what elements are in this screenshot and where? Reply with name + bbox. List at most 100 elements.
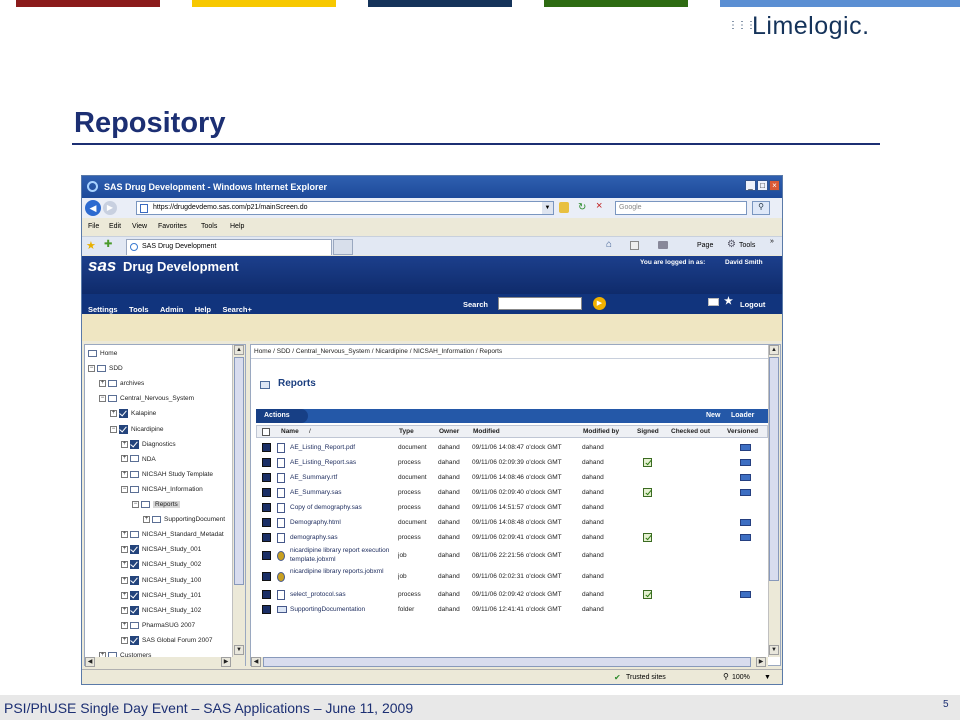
cell-name[interactable]: nicardipine library reports.jobxml	[290, 567, 398, 576]
col-type[interactable]: Type	[399, 428, 414, 435]
nav-tools[interactable]: Tools	[129, 305, 148, 314]
tree-item[interactable]: + NICSAH_Standard_Metadat	[121, 530, 224, 540]
collapse-icon[interactable]: −	[99, 395, 106, 403]
tree-item[interactable]: + archives	[99, 379, 144, 389]
cell-name[interactable]: AE_Listing_Report.sas	[290, 455, 398, 470]
menu-tools[interactable]: Tools	[201, 223, 217, 230]
row-checkbox[interactable]	[262, 518, 271, 527]
forward-button[interactable]: ▶	[103, 201, 117, 215]
table-row[interactable]: Copy of demography.sas process dahand 09/11…	[256, 500, 774, 515]
expand-icon[interactable]: +	[99, 379, 106, 387]
feeds-icon[interactable]	[630, 241, 639, 250]
versioned-icon[interactable]	[740, 591, 751, 598]
tree-item[interactable]: + NDA	[121, 455, 156, 465]
expand-icon[interactable]: +	[121, 636, 128, 644]
tools-menu[interactable]: Tools	[739, 242, 755, 249]
home-icon[interactable]: ⌂	[606, 239, 612, 250]
expand-icon[interactable]: +	[121, 561, 128, 569]
versioned-icon[interactable]	[740, 444, 751, 451]
search-go-button[interactable]: ▶	[593, 297, 606, 310]
cell-name[interactable]: AE_Summary.rtf	[290, 470, 398, 485]
expand-icon[interactable]: +	[121, 455, 128, 463]
tree-scroll-right[interactable]: ▶	[221, 657, 231, 667]
collapse-icon[interactable]: −	[88, 364, 95, 372]
menu-edit[interactable]: Edit	[109, 223, 121, 230]
tree-item[interactable]: + Kalapine	[110, 409, 156, 419]
tree-scrollbar[interactable]: ▲ ▼	[232, 345, 245, 657]
versioned-icon[interactable]	[740, 474, 751, 481]
table-row[interactable]: demography.sas process dahand 09/11/06 02:0…	[256, 530, 774, 545]
menu-help[interactable]: Help	[230, 223, 244, 230]
print-icon[interactable]	[658, 241, 668, 249]
breadcrumb[interactable]: Home / SDD / Central_Nervous_System / Ni…	[254, 348, 502, 355]
page-menu[interactable]: Page	[697, 242, 713, 249]
nav-search-plus[interactable]: Search+	[222, 305, 251, 314]
tree-item[interactable]: + NICSAH_Study_102	[121, 605, 201, 616]
content-scroll-down[interactable]: ▼	[769, 645, 779, 655]
collapse-icon[interactable]: −	[121, 485, 128, 493]
search-go-icon[interactable]: ⚲	[752, 201, 770, 215]
expand-icon[interactable]: +	[121, 440, 128, 448]
favorites-star-icon[interactable]: ★	[86, 239, 96, 252]
back-button[interactable]: ◀	[85, 200, 101, 216]
tree-scroll-down[interactable]: ▼	[234, 645, 244, 655]
row-checkbox[interactable]	[262, 605, 271, 614]
browser-tab[interactable]: SAS Drug Development	[126, 239, 332, 255]
close-button[interactable]: ×	[769, 180, 780, 191]
cell-name[interactable]: AE_Summary.sas	[290, 485, 398, 500]
maximize-button[interactable]: □	[757, 180, 768, 191]
content-scroll-right[interactable]: ▶	[756, 657, 766, 667]
expand-icon[interactable]: +	[121, 621, 128, 629]
tree-item[interactable]: − Nicardipine	[110, 424, 164, 435]
content-scrollbar[interactable]: ▲ ▼	[768, 345, 780, 657]
row-checkbox[interactable]	[262, 551, 271, 560]
versioned-icon[interactable]	[740, 459, 751, 466]
col-checked-out[interactable]: Checked out	[671, 428, 710, 435]
expand-icon[interactable]: +	[121, 591, 128, 599]
tree-scroll-thumb[interactable]	[234, 357, 244, 585]
expand-icon[interactable]: +	[121, 546, 128, 554]
expand-icon[interactable]: +	[121, 576, 128, 584]
col-modified-by[interactable]: Modified by	[583, 428, 619, 435]
address-bar[interactable]: https://drugdevdemo.sas.com/p21/mainScre…	[136, 201, 554, 215]
mail-icon[interactable]	[708, 298, 719, 306]
zoom-dropdown-icon[interactable]: ▼	[764, 674, 771, 681]
tree-item[interactable]: + Diagnostics	[121, 439, 176, 450]
cell-name[interactable]: nicardipine library report execution tem…	[290, 546, 398, 564]
new-link[interactable]: New	[706, 412, 720, 419]
expand-icon[interactable]: +	[110, 410, 117, 418]
tree-item[interactable]: + NICSAH_Study_100	[121, 575, 201, 586]
expand-icon[interactable]: +	[121, 470, 128, 478]
select-all-checkbox[interactable]	[262, 428, 270, 436]
tree-item[interactable]: − NICSAH_Information	[121, 485, 203, 495]
row-checkbox[interactable]	[262, 533, 271, 542]
tree-item[interactable]: − SDD	[88, 364, 123, 374]
menu-favorites[interactable]: Favorites	[158, 223, 187, 230]
new-tab-button[interactable]	[333, 239, 353, 255]
tree-hscrollbar[interactable]: ◀ ▶	[85, 657, 245, 667]
minimize-button[interactable]: _	[745, 180, 756, 191]
tree-item[interactable]: + PharmaSUG 2007	[121, 621, 195, 631]
address-dropdown-button[interactable]: ▼	[542, 202, 553, 214]
tree-item[interactable]: + NICSAH Study Template	[121, 470, 213, 480]
expand-icon[interactable]: +	[121, 606, 128, 614]
tree-scroll-up[interactable]: ▲	[234, 345, 244, 355]
col-name[interactable]: Name	[281, 428, 299, 435]
row-checkbox[interactable]	[262, 503, 271, 512]
collapse-icon[interactable]: −	[132, 500, 139, 508]
cell-name[interactable]: AE_Listing_Report.pdf	[290, 440, 398, 455]
content-hscrollbar[interactable]: ◀ ▶	[251, 657, 768, 667]
expand-icon[interactable]: +	[143, 515, 150, 523]
tree-item[interactable]: + NICSAH_Study_002	[121, 560, 201, 570]
actions-label[interactable]: Actions	[264, 412, 290, 419]
table-row[interactable]: AE_Summary.rtf document dahand 09/11/06 14:…	[256, 470, 774, 485]
loader-link[interactable]: Loader	[731, 412, 754, 419]
stop-button[interactable]: ×	[596, 201, 607, 212]
table-row[interactable]: AE_Listing_Report.pdf document dahand 09/11…	[256, 440, 774, 455]
content-hscroll-thumb[interactable]	[263, 657, 751, 667]
nav-settings[interactable]: Settings	[88, 305, 118, 314]
tree-item[interactable]: + NICSAH_Study_001	[121, 545, 201, 555]
nav-admin[interactable]: Admin	[160, 305, 183, 314]
content-scroll-left[interactable]: ◀	[251, 657, 261, 667]
col-versioned[interactable]: Versioned	[727, 428, 758, 435]
